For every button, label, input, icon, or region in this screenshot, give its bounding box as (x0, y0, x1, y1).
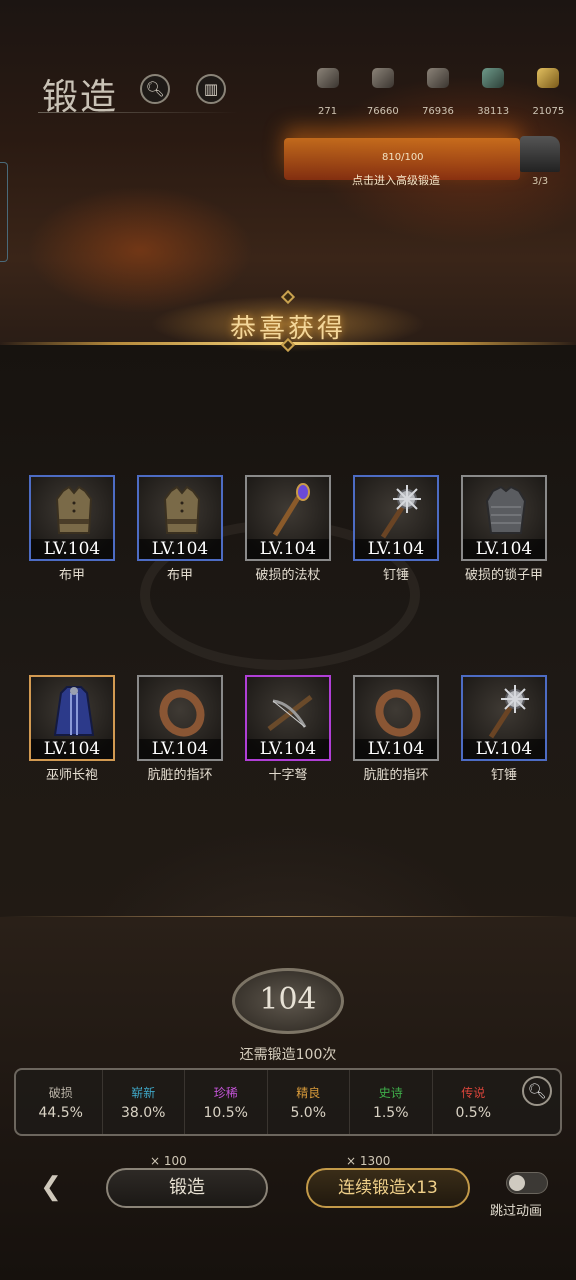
rate-name: 史诗 (378, 1085, 403, 1100)
item-name: 破损的法杖 (255, 568, 321, 583)
resource-value: 271 (318, 106, 338, 117)
item-level: LV.104 (355, 739, 437, 759)
rate-value: 0.5% (455, 1104, 492, 1121)
mace-icon (373, 483, 423, 539)
item-level: LV.104 (139, 739, 221, 759)
rate-name: 破损 (48, 1085, 73, 1100)
toggle-knob (509, 1175, 525, 1191)
item-slot[interactable]: LV.104 (137, 675, 223, 761)
anvil-count: 3/3 (532, 176, 549, 187)
forge-button[interactable]: 锻造 (106, 1168, 268, 1208)
rate-item: 精良 5.0% (268, 1070, 350, 1134)
rate-name: 传说 (461, 1085, 486, 1100)
rate-name: 精良 (296, 1085, 321, 1100)
title-underline (38, 112, 238, 113)
reward-banner-title: 恭喜获得 (229, 314, 346, 344)
quality-rates-panel: 破损 44.5% 崭新 38.0% 珍稀 10.5% 精良 5.0% 史诗 1.… (14, 1068, 562, 1136)
ring-icon (373, 683, 423, 739)
ingot-icon (371, 68, 394, 88)
item-name: 布甲 (58, 568, 85, 583)
item-level: LV.104 (247, 739, 329, 759)
stone-icon (426, 68, 449, 88)
resource-bar: 271 76660 76936 38113 21075 (300, 68, 576, 124)
back-arrow-icon[interactable]: ❮ (28, 1172, 74, 1208)
resource-item: 76936 (413, 68, 463, 124)
item-level: LV.104 (247, 539, 329, 559)
item-level: LV.104 (31, 539, 113, 559)
item-name: 巫师长袍 (45, 768, 98, 783)
rate-value: 38.0% (121, 1104, 166, 1121)
crossbow-icon (265, 683, 315, 739)
side-tab[interactable] (0, 162, 8, 262)
item-level: LV.104 (31, 739, 113, 759)
item-slot[interactable]: LV.104 (353, 675, 439, 761)
gem-icon (482, 68, 505, 88)
item-name: 破损的锁子甲 (464, 568, 543, 583)
item-level: LV.104 (139, 539, 221, 559)
resource-value: 38113 (477, 106, 510, 117)
resource-value: 21075 (532, 106, 565, 117)
rates-magnifier-icon[interactable]: 🔍︎ (522, 1076, 552, 1106)
anvil-icon[interactable] (520, 136, 560, 172)
skip-animation-toggle[interactable] (506, 1172, 548, 1194)
mace-icon (481, 683, 531, 739)
chainmail-icon (481, 483, 531, 539)
resource-item: 271 (303, 68, 353, 124)
resource-item: 76660 (358, 68, 408, 124)
item-level: LV.104 (463, 739, 545, 759)
rate-item: 崭新 38.0% (103, 1070, 185, 1134)
rate-item: 传说 0.5% (433, 1070, 515, 1134)
magnifier-icon[interactable]: 🔍︎ (140, 74, 170, 104)
item-name: 十字弩 (268, 768, 308, 783)
item-name: 钉锤 (490, 768, 517, 783)
rate-name: 珍稀 (213, 1085, 238, 1100)
item-slot[interactable]: LV.104 (137, 475, 223, 561)
item-slot[interactable]: LV.104 (29, 475, 115, 561)
rate-item: 珍稀 10.5% (185, 1070, 268, 1134)
resource-value: 76936 (422, 106, 454, 117)
item-level: LV.104 (355, 539, 437, 559)
rate-value: 1.5% (372, 1104, 409, 1121)
item-name: 肮脏的指环 (363, 768, 429, 783)
forge-hint-text: 点击进入高级锻造 (352, 174, 440, 187)
item-name: 布甲 (166, 568, 193, 583)
item-level: LV.104 (463, 539, 545, 559)
vest-icon (49, 483, 99, 539)
rate-item: 史诗 1.5% (350, 1070, 433, 1134)
item-name: 肮脏的指环 (147, 768, 213, 783)
item-name: 钉锤 (382, 568, 409, 583)
rate-value: 10.5% (203, 1104, 248, 1121)
multi-forge-button[interactable]: 连续锻造x13 (306, 1168, 470, 1208)
item-slot[interactable]: LV.104 (29, 675, 115, 761)
skip-animation-label: 跳过动画 (490, 1204, 543, 1219)
vest-icon (157, 483, 207, 539)
rate-item: 破损 44.5% (20, 1070, 103, 1134)
forge-level-value: 104 (259, 982, 317, 1017)
item-slot[interactable]: LV.104 (245, 675, 331, 761)
item-slot[interactable]: LV.104 (461, 675, 547, 761)
multi-forge-cost: × 1300 (346, 1154, 391, 1168)
item-slot[interactable]: LV.104 (461, 475, 547, 561)
item-slot[interactable]: LV.104 (245, 475, 331, 561)
panel-divider (0, 916, 576, 917)
rate-value: 44.5% (38, 1104, 83, 1121)
resource-value: 76660 (366, 106, 399, 117)
staff-icon (265, 483, 315, 539)
rate-name: 崭新 (131, 1085, 156, 1100)
resource-item: 38113 (468, 68, 518, 124)
forge-level-description: 还需锻造100次 (239, 1047, 337, 1063)
item-slot[interactable]: LV.104 (353, 475, 439, 561)
book-icon[interactable]: ▥ (196, 74, 226, 104)
ring-icon (157, 683, 207, 739)
rate-value: 5.0% (290, 1104, 327, 1121)
robe-icon (49, 683, 99, 739)
resource-item: 21075 (523, 68, 573, 124)
forge-cost: × 100 (150, 1154, 187, 1168)
forge-progress-text: 810/100 (382, 152, 424, 163)
gold-icon (537, 68, 560, 88)
ore-icon (316, 68, 339, 88)
